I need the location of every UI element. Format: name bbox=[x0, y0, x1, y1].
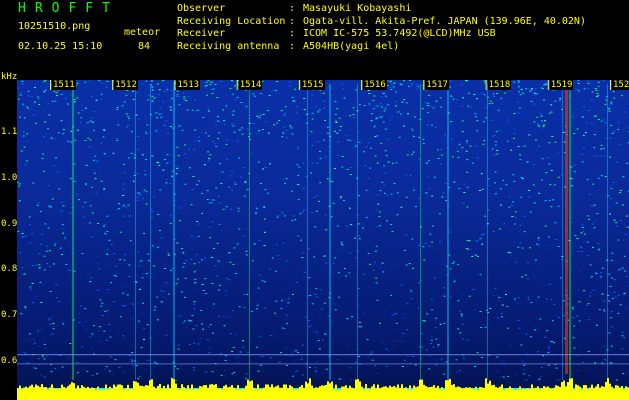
frequency-tick-label: 0.7 bbox=[1, 310, 18, 321]
datetime-label: 02.10.25 15:10 bbox=[18, 41, 103, 52]
frequency-tick-label: 0.9 bbox=[1, 218, 18, 229]
meteor-label: meteor bbox=[124, 27, 161, 38]
app-title: HROFFT bbox=[18, 1, 119, 16]
time-tick-mark bbox=[610, 80, 611, 90]
station-info-separator: : bbox=[289, 28, 296, 40]
frequency-axis: kHz 1.1 1.0 0.9 0.8 0.7 0.6 bbox=[0, 72, 17, 400]
time-tick-label: 1517 bbox=[425, 80, 449, 90]
time-tick-mark bbox=[361, 80, 363, 90]
station-info-separator: : bbox=[289, 15, 296, 27]
time-tick-mark bbox=[236, 80, 238, 90]
frequency-tick-label: 0.8 bbox=[1, 264, 18, 275]
station-info-table: Observer : Masayuki Kobayashi Receiving … bbox=[177, 3, 586, 53]
frequency-tick-label: 1.1 bbox=[1, 126, 18, 137]
time-tick-mark bbox=[298, 80, 300, 90]
time-tick-label: 1518 bbox=[487, 80, 512, 90]
station-info-value: Ogata-vill. Akita-Pref. JAPAN (139.96E, … bbox=[303, 15, 586, 27]
station-info-key: Observer bbox=[177, 3, 226, 14]
station-info-value: A504HB(yagi 4el) bbox=[303, 40, 400, 52]
meteor-echo-streak bbox=[565, 84, 568, 374]
filename-label: 10251510.png bbox=[18, 21, 91, 32]
station-info-value: Masayuki Kobayashi bbox=[303, 3, 412, 14]
station-info-key: Receiver bbox=[177, 28, 226, 40]
station-info-separator: : bbox=[289, 3, 296, 14]
station-info-row-antenna: Receiving antenna : A504HB(yagi 4el) bbox=[177, 41, 586, 54]
time-tick-label: 1512 bbox=[114, 80, 138, 90]
time-tick-label: 1520 bbox=[612, 80, 629, 90]
station-info-key: Receiving antenna bbox=[177, 40, 280, 52]
frequency-tick-label: 0.6 bbox=[1, 356, 18, 367]
time-tick-mark bbox=[50, 80, 51, 90]
time-tick-label: 1515 bbox=[300, 80, 325, 90]
station-info-row-receiver: Receiver : ICOM IC-575 53.7492(@LCD)MHz … bbox=[177, 28, 586, 41]
station-info-value: ICOM IC-575 53.7492(@LCD)MHz USB bbox=[303, 28, 496, 40]
meteor-count: 84 bbox=[138, 41, 151, 52]
reference-line bbox=[17, 354, 629, 356]
station-info-separator: : bbox=[289, 40, 296, 52]
spectrogram-plot bbox=[17, 80, 629, 400]
station-info-row-location: Receiving Location : Ogata-vill. Akita-P… bbox=[177, 16, 586, 29]
reference-line bbox=[17, 363, 629, 365]
time-tick-mark bbox=[547, 80, 549, 90]
time-tick-label: 1513 bbox=[176, 80, 201, 90]
time-tick-label: 1516 bbox=[363, 80, 387, 90]
time-tick-mark bbox=[112, 80, 114, 90]
frequency-tick-label: 1.0 bbox=[1, 172, 18, 183]
time-tick-mark bbox=[423, 80, 425, 90]
frequency-unit-label: kHz bbox=[1, 72, 18, 82]
time-tick-label: 1514 bbox=[238, 80, 263, 90]
time-tick-mark bbox=[174, 80, 176, 90]
time-tick-mark bbox=[485, 80, 487, 90]
time-tick-label: 1511 bbox=[52, 80, 76, 90]
station-info-row-observer: Observer : Masayuki Kobayashi bbox=[177, 3, 586, 16]
spectrogram-canvas bbox=[17, 80, 629, 400]
station-info-key: Receiving Location bbox=[177, 15, 286, 27]
time-tick-label: 1519 bbox=[549, 80, 574, 90]
